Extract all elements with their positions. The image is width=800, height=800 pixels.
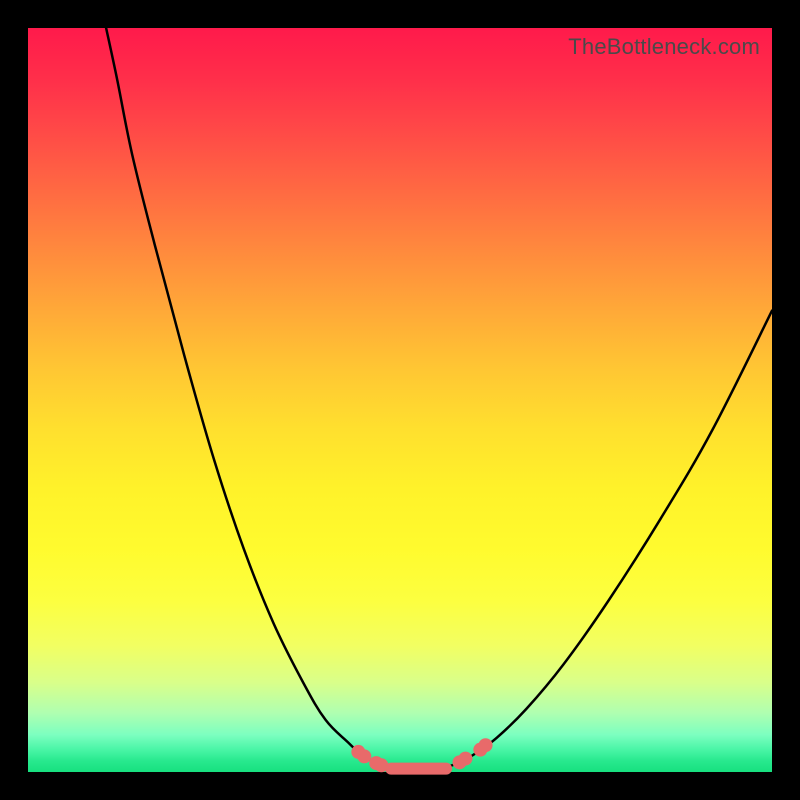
curve-marker xyxy=(374,758,388,772)
plot-area: TheBottleneck.com xyxy=(28,28,772,772)
bottleneck-curve xyxy=(28,28,772,772)
curve-markers xyxy=(351,738,492,774)
curve-left-branch xyxy=(106,28,381,765)
curve-right-branch xyxy=(463,311,772,761)
chart-frame: TheBottleneck.com xyxy=(0,0,800,800)
valley-pill xyxy=(385,763,452,775)
curve-marker xyxy=(357,749,371,763)
curve-marker xyxy=(479,738,493,752)
curve-marker xyxy=(458,752,472,766)
